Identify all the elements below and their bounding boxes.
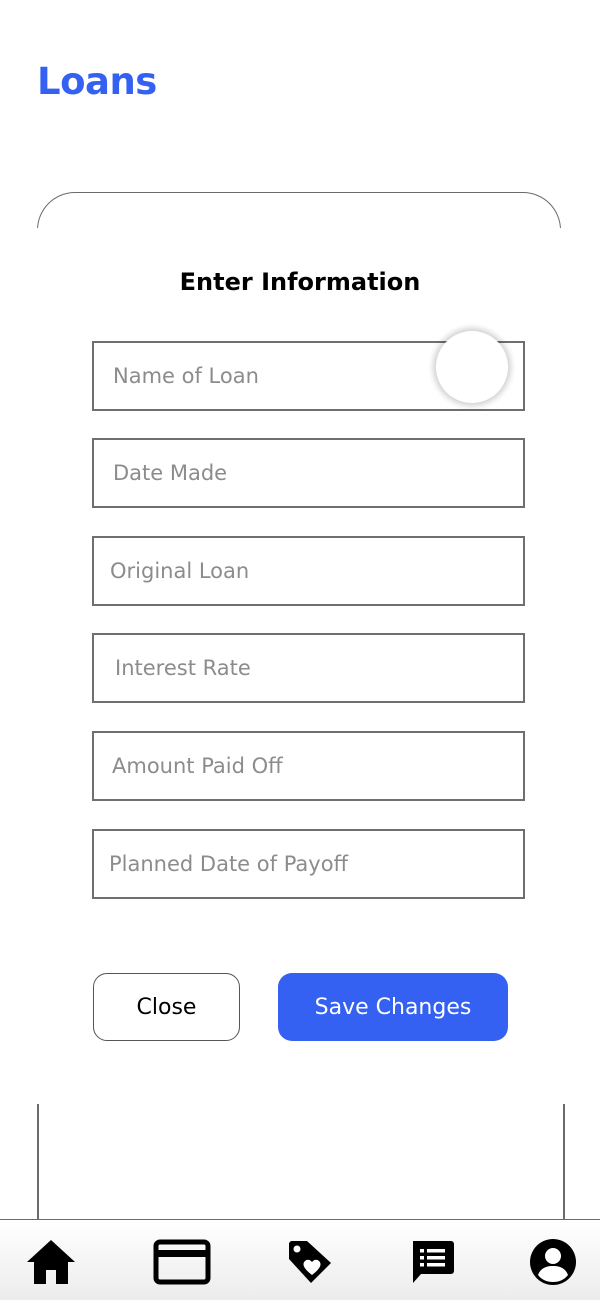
- planned-payoff-date-field[interactable]: [92, 829, 525, 899]
- nav-deals[interactable]: [280, 1234, 340, 1290]
- page-title: Loans: [37, 60, 157, 103]
- close-button[interactable]: Close: [93, 973, 240, 1041]
- bottom-navigation: [0, 1219, 600, 1300]
- chat-list-icon: [413, 1241, 454, 1283]
- planned-payoff-date-input[interactable]: [107, 830, 523, 898]
- nav-account[interactable]: [523, 1234, 583, 1290]
- interest-rate-field[interactable]: [92, 633, 525, 703]
- interest-rate-input[interactable]: [113, 634, 523, 702]
- original-loan-input[interactable]: [108, 537, 523, 605]
- form-card-right-edge: [563, 1104, 565, 1220]
- amount-paid-off-field[interactable]: [92, 731, 525, 801]
- date-made-field[interactable]: [92, 438, 525, 508]
- nav-home[interactable]: [21, 1234, 81, 1290]
- amount-paid-off-input[interactable]: [110, 732, 523, 800]
- credit-card-icon: [153, 1239, 211, 1285]
- form-card-left-edge: [37, 1104, 39, 1220]
- touch-indicator: [436, 331, 508, 403]
- original-loan-field[interactable]: [92, 536, 525, 606]
- tag-heart-icon: [289, 1241, 331, 1283]
- date-made-input[interactable]: [111, 439, 523, 507]
- home-icon: [27, 1240, 75, 1284]
- nav-messages[interactable]: [402, 1234, 462, 1290]
- save-changes-button[interactable]: Save Changes: [278, 973, 508, 1041]
- form-heading: Enter Information: [179, 268, 421, 296]
- nav-cards[interactable]: [152, 1234, 212, 1290]
- account-icon: [530, 1239, 576, 1285]
